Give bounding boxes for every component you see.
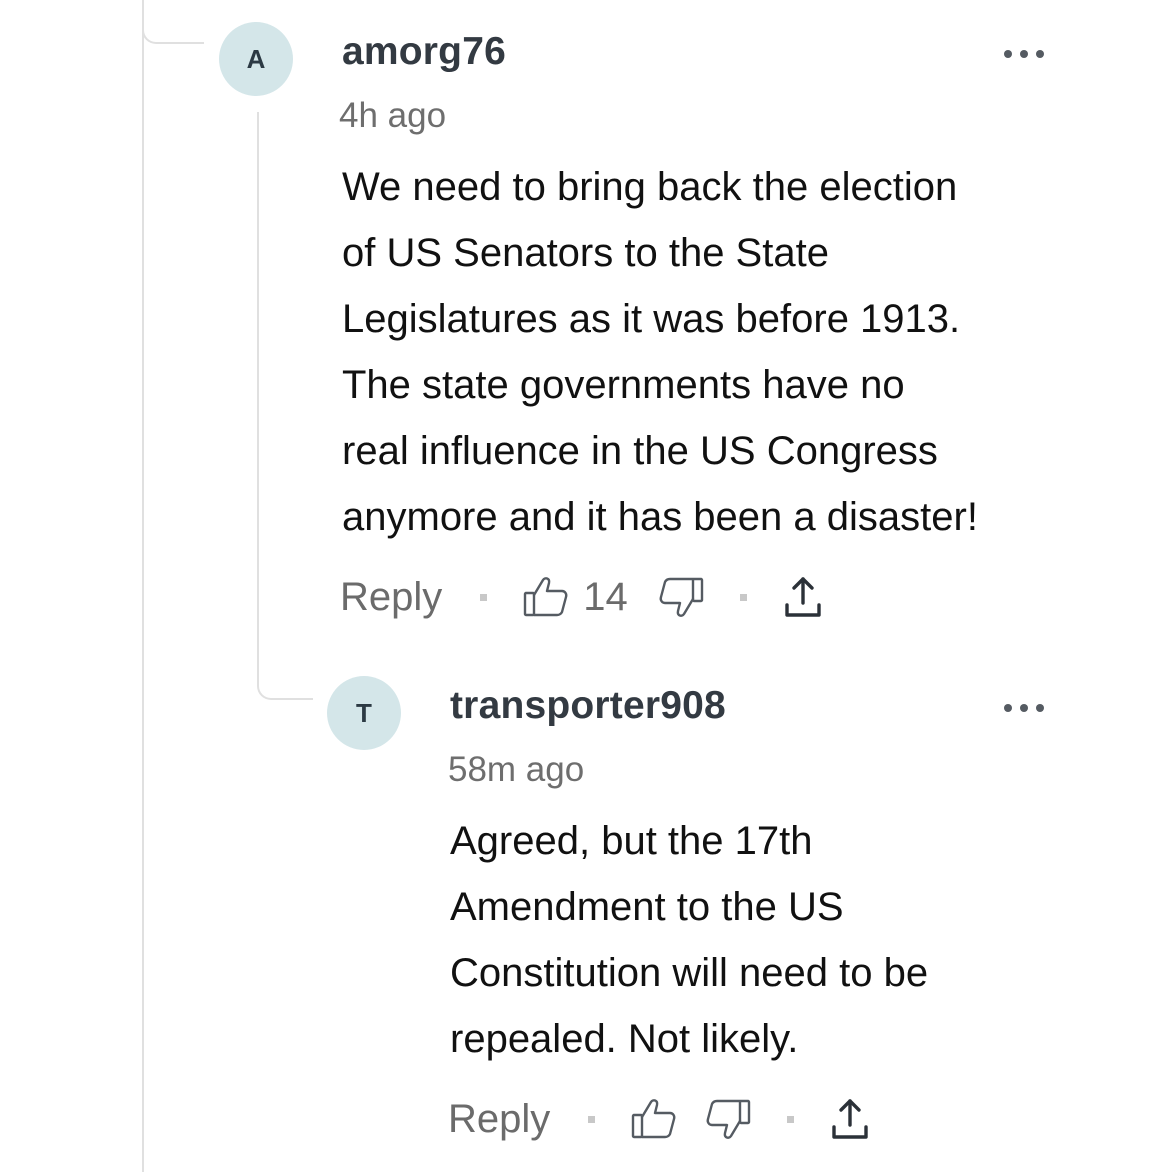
separator [739, 593, 747, 601]
share-icon [830, 1097, 870, 1141]
avatar[interactable]: A [219, 22, 293, 96]
thread-line [142, 0, 144, 1172]
reply-button[interactable]: Reply [448, 1097, 550, 1142]
reply-thread-connector [257, 660, 313, 700]
thumbs-up-icon [631, 1098, 677, 1140]
comment-timestamp: 4h ago [339, 96, 447, 135]
dislike-button[interactable] [705, 1098, 751, 1140]
like-count: 14 [583, 574, 628, 619]
comment-username[interactable]: transporter908 [450, 684, 726, 728]
comment-username[interactable]: amorg76 [342, 30, 506, 74]
share-icon [783, 575, 823, 619]
separator [588, 1115, 596, 1123]
thumbs-down-icon [658, 576, 704, 618]
separator [480, 593, 488, 601]
like-button[interactable] [631, 1098, 677, 1140]
thumbs-up-icon [523, 576, 569, 618]
dislike-button[interactable] [658, 576, 704, 618]
comment-actions: Reply [448, 1094, 870, 1144]
more-options-icon[interactable] [1004, 702, 1044, 714]
avatar[interactable]: T [327, 676, 401, 750]
separator [787, 1115, 795, 1123]
more-options-icon[interactable] [1004, 48, 1044, 60]
like-button[interactable]: 14 [523, 575, 628, 620]
comment-actions: Reply 14 [340, 572, 823, 622]
comment-timestamp: 58m ago [448, 750, 585, 789]
thumbs-down-icon [705, 1098, 751, 1140]
share-button[interactable] [783, 575, 823, 619]
comment-thread: A amorg76 4h ago We need to bring back t… [0, 0, 1170, 1172]
share-button[interactable] [830, 1097, 870, 1141]
thread-connector [142, 0, 204, 44]
reply-button[interactable]: Reply [340, 575, 442, 620]
comment-body: We need to bring back the election of US… [342, 165, 978, 539]
reply-thread-line [257, 112, 259, 674]
comment-body: Agreed, but the 17th Amendment to the US… [450, 819, 929, 1061]
